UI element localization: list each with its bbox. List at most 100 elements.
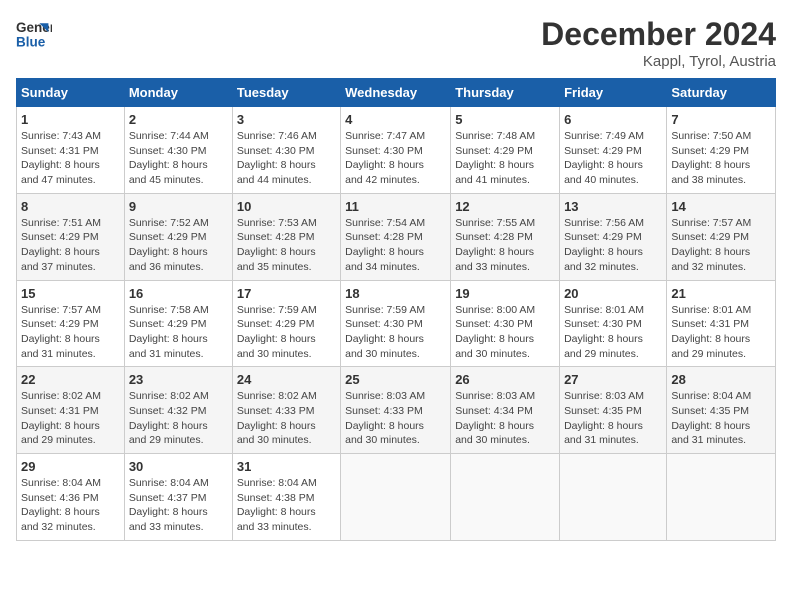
calendar-week-row: 22 Sunrise: 8:02 AM Sunset: 4:31 PM Dayl…: [17, 367, 776, 454]
day-number: 6: [564, 112, 662, 127]
day-info: Sunrise: 8:03 AM Sunset: 4:34 PM Dayligh…: [455, 389, 555, 448]
table-row: [451, 454, 560, 541]
day-info: Sunrise: 8:02 AM Sunset: 4:33 PM Dayligh…: [237, 389, 336, 448]
day-number: 28: [671, 372, 771, 387]
table-row: [341, 454, 451, 541]
table-row: 9 Sunrise: 7:52 AM Sunset: 4:29 PM Dayli…: [124, 193, 232, 280]
day-info: Sunrise: 7:59 AM Sunset: 4:29 PM Dayligh…: [237, 303, 336, 362]
table-row: 25 Sunrise: 8:03 AM Sunset: 4:33 PM Dayl…: [341, 367, 451, 454]
day-info: Sunrise: 7:47 AM Sunset: 4:30 PM Dayligh…: [345, 129, 446, 188]
day-info: Sunrise: 8:04 AM Sunset: 4:36 PM Dayligh…: [21, 476, 120, 535]
logo: General Blue: [16, 16, 52, 52]
table-row: 18 Sunrise: 7:59 AM Sunset: 4:30 PM Dayl…: [341, 280, 451, 367]
svg-text:Blue: Blue: [16, 35, 46, 50]
day-number: 3: [237, 112, 336, 127]
day-number: 9: [129, 199, 228, 214]
table-row: 16 Sunrise: 7:58 AM Sunset: 4:29 PM Dayl…: [124, 280, 232, 367]
table-row: 30 Sunrise: 8:04 AM Sunset: 4:37 PM Dayl…: [124, 454, 232, 541]
day-info: Sunrise: 7:48 AM Sunset: 4:29 PM Dayligh…: [455, 129, 555, 188]
day-info: Sunrise: 8:04 AM Sunset: 4:35 PM Dayligh…: [671, 389, 771, 448]
day-info: Sunrise: 7:57 AM Sunset: 4:29 PM Dayligh…: [21, 303, 120, 362]
table-row: 26 Sunrise: 8:03 AM Sunset: 4:34 PM Dayl…: [451, 367, 560, 454]
day-info: Sunrise: 7:50 AM Sunset: 4:29 PM Dayligh…: [671, 129, 771, 188]
day-info: Sunrise: 8:02 AM Sunset: 4:32 PM Dayligh…: [129, 389, 228, 448]
header-tuesday: Tuesday: [232, 79, 340, 107]
title-block: December 2024 Kappl, Tyrol, Austria: [541, 16, 776, 70]
calendar-week-row: 15 Sunrise: 7:57 AM Sunset: 4:29 PM Dayl…: [17, 280, 776, 367]
day-info: Sunrise: 7:51 AM Sunset: 4:29 PM Dayligh…: [21, 216, 120, 275]
header-thursday: Thursday: [451, 79, 560, 107]
day-info: Sunrise: 8:03 AM Sunset: 4:33 PM Dayligh…: [345, 389, 446, 448]
day-info: Sunrise: 8:01 AM Sunset: 4:31 PM Dayligh…: [671, 303, 771, 362]
location-subtitle: Kappl, Tyrol, Austria: [541, 53, 776, 70]
table-row: 31 Sunrise: 8:04 AM Sunset: 4:38 PM Dayl…: [232, 454, 340, 541]
calendar-header-row: Sunday Monday Tuesday Wednesday Thursday…: [17, 79, 776, 107]
header-saturday: Saturday: [667, 79, 776, 107]
month-title: December 2024: [541, 16, 776, 53]
day-info: Sunrise: 7:56 AM Sunset: 4:29 PM Dayligh…: [564, 216, 662, 275]
day-info: Sunrise: 8:02 AM Sunset: 4:31 PM Dayligh…: [21, 389, 120, 448]
day-number: 17: [237, 286, 336, 301]
day-number: 4: [345, 112, 446, 127]
day-info: Sunrise: 7:58 AM Sunset: 4:29 PM Dayligh…: [129, 303, 228, 362]
header-monday: Monday: [124, 79, 232, 107]
day-number: 26: [455, 372, 555, 387]
table-row: 14 Sunrise: 7:57 AM Sunset: 4:29 PM Dayl…: [667, 193, 776, 280]
day-number: 5: [455, 112, 555, 127]
table-row: 12 Sunrise: 7:55 AM Sunset: 4:28 PM Dayl…: [451, 193, 560, 280]
table-row: 6 Sunrise: 7:49 AM Sunset: 4:29 PM Dayli…: [560, 107, 667, 194]
table-row: 29 Sunrise: 8:04 AM Sunset: 4:36 PM Dayl…: [17, 454, 125, 541]
table-row: 2 Sunrise: 7:44 AM Sunset: 4:30 PM Dayli…: [124, 107, 232, 194]
day-number: 14: [671, 199, 771, 214]
table-row: [667, 454, 776, 541]
header-sunday: Sunday: [17, 79, 125, 107]
page-header: General Blue December 2024 Kappl, Tyrol,…: [16, 16, 776, 70]
day-number: 31: [237, 459, 336, 474]
header-wednesday: Wednesday: [341, 79, 451, 107]
day-number: 12: [455, 199, 555, 214]
day-number: 20: [564, 286, 662, 301]
day-number: 16: [129, 286, 228, 301]
day-info: Sunrise: 7:55 AM Sunset: 4:28 PM Dayligh…: [455, 216, 555, 275]
table-row: [560, 454, 667, 541]
table-row: 8 Sunrise: 7:51 AM Sunset: 4:29 PM Dayli…: [17, 193, 125, 280]
day-number: 2: [129, 112, 228, 127]
header-friday: Friday: [560, 79, 667, 107]
table-row: 17 Sunrise: 7:59 AM Sunset: 4:29 PM Dayl…: [232, 280, 340, 367]
table-row: 10 Sunrise: 7:53 AM Sunset: 4:28 PM Dayl…: [232, 193, 340, 280]
day-number: 24: [237, 372, 336, 387]
table-row: 24 Sunrise: 8:02 AM Sunset: 4:33 PM Dayl…: [232, 367, 340, 454]
day-number: 18: [345, 286, 446, 301]
calendar-week-row: 1 Sunrise: 7:43 AM Sunset: 4:31 PM Dayli…: [17, 107, 776, 194]
table-row: 21 Sunrise: 8:01 AM Sunset: 4:31 PM Dayl…: [667, 280, 776, 367]
day-info: Sunrise: 7:49 AM Sunset: 4:29 PM Dayligh…: [564, 129, 662, 188]
day-number: 8: [21, 199, 120, 214]
day-info: Sunrise: 7:43 AM Sunset: 4:31 PM Dayligh…: [21, 129, 120, 188]
day-number: 25: [345, 372, 446, 387]
day-number: 13: [564, 199, 662, 214]
day-info: Sunrise: 8:03 AM Sunset: 4:35 PM Dayligh…: [564, 389, 662, 448]
day-number: 27: [564, 372, 662, 387]
table-row: 5 Sunrise: 7:48 AM Sunset: 4:29 PM Dayli…: [451, 107, 560, 194]
table-row: 27 Sunrise: 8:03 AM Sunset: 4:35 PM Dayl…: [560, 367, 667, 454]
table-row: 20 Sunrise: 8:01 AM Sunset: 4:30 PM Dayl…: [560, 280, 667, 367]
table-row: 11 Sunrise: 7:54 AM Sunset: 4:28 PM Dayl…: [341, 193, 451, 280]
day-number: 10: [237, 199, 336, 214]
calendar-table: Sunday Monday Tuesday Wednesday Thursday…: [16, 78, 776, 541]
day-info: Sunrise: 8:00 AM Sunset: 4:30 PM Dayligh…: [455, 303, 555, 362]
table-row: 15 Sunrise: 7:57 AM Sunset: 4:29 PM Dayl…: [17, 280, 125, 367]
day-info: Sunrise: 7:57 AM Sunset: 4:29 PM Dayligh…: [671, 216, 771, 275]
table-row: 1 Sunrise: 7:43 AM Sunset: 4:31 PM Dayli…: [17, 107, 125, 194]
logo-icon: General Blue: [16, 16, 52, 52]
table-row: 3 Sunrise: 7:46 AM Sunset: 4:30 PM Dayli…: [232, 107, 340, 194]
table-row: 19 Sunrise: 8:00 AM Sunset: 4:30 PM Dayl…: [451, 280, 560, 367]
day-info: Sunrise: 7:53 AM Sunset: 4:28 PM Dayligh…: [237, 216, 336, 275]
table-row: 22 Sunrise: 8:02 AM Sunset: 4:31 PM Dayl…: [17, 367, 125, 454]
day-info: Sunrise: 7:46 AM Sunset: 4:30 PM Dayligh…: [237, 129, 336, 188]
day-info: Sunrise: 8:01 AM Sunset: 4:30 PM Dayligh…: [564, 303, 662, 362]
day-number: 21: [671, 286, 771, 301]
table-row: 28 Sunrise: 8:04 AM Sunset: 4:35 PM Dayl…: [667, 367, 776, 454]
table-row: 7 Sunrise: 7:50 AM Sunset: 4:29 PM Dayli…: [667, 107, 776, 194]
day-number: 1: [21, 112, 120, 127]
day-number: 15: [21, 286, 120, 301]
